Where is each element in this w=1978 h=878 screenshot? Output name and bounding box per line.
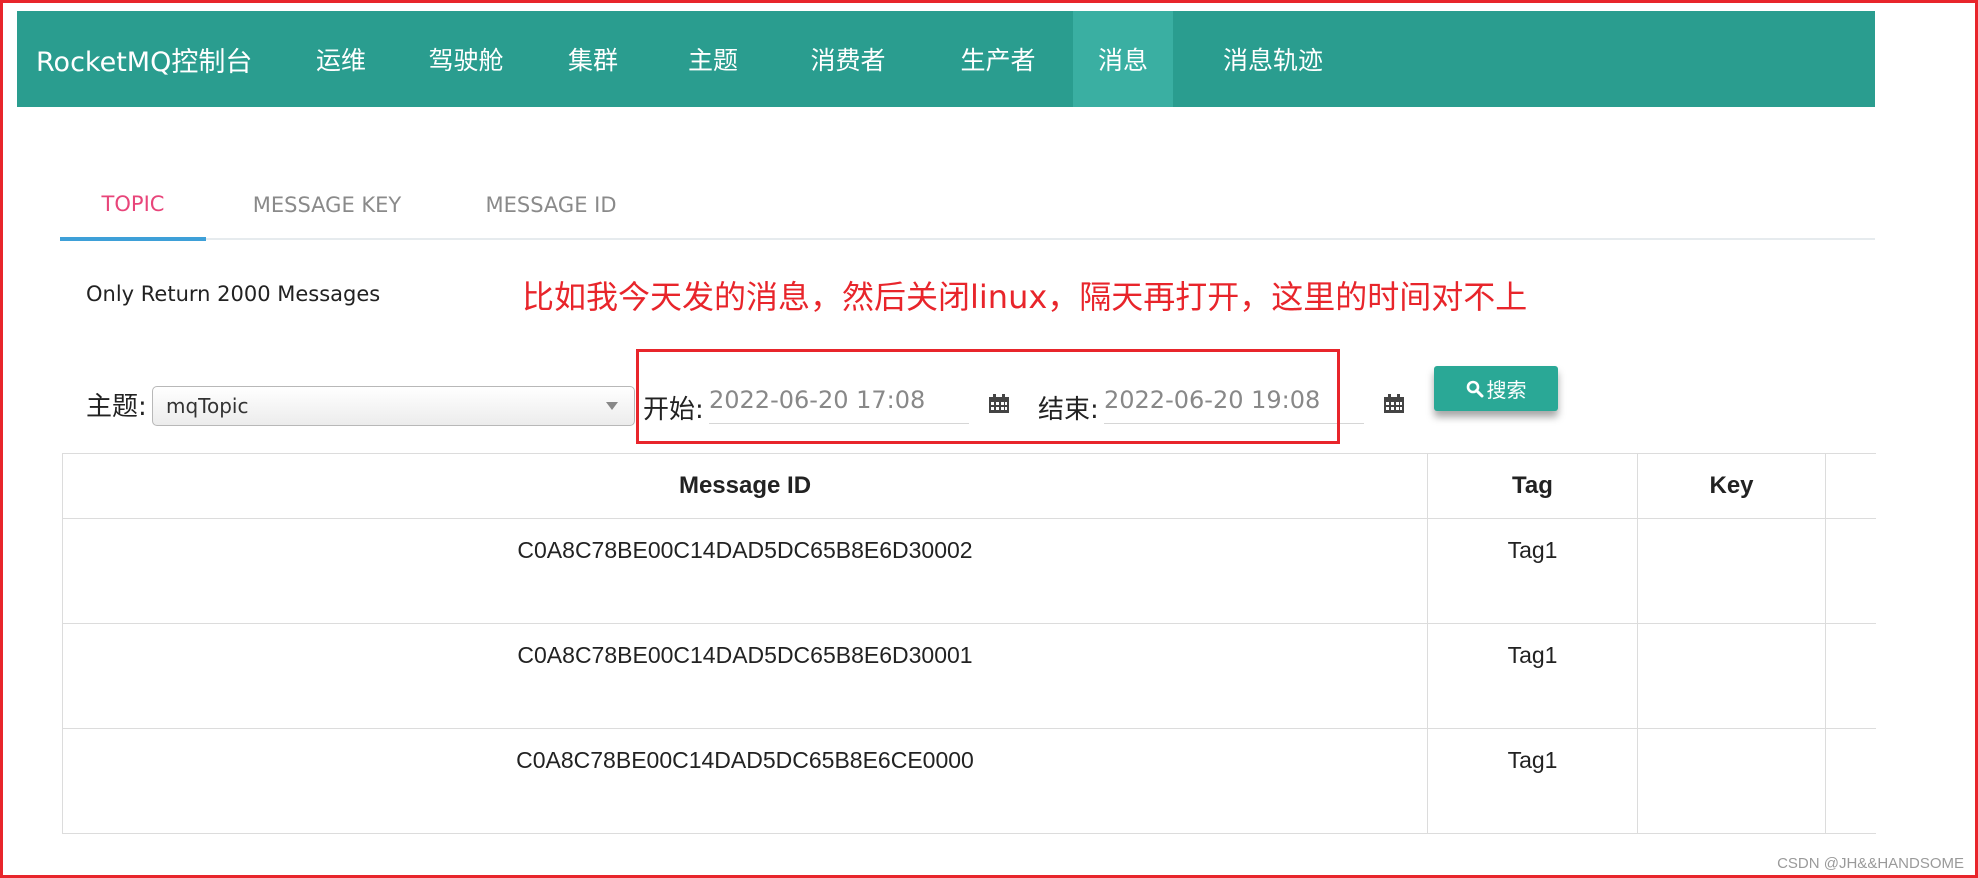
nav-item-cluster[interactable]: 集群 — [533, 11, 653, 107]
nav-item-dashboard[interactable]: 驾驶舱 — [399, 11, 533, 107]
header-key: Key — [1637, 453, 1826, 519]
cell-key — [1637, 518, 1826, 624]
cell-extra — [1825, 518, 1876, 624]
search-icon — [1466, 380, 1483, 397]
table-row[interactable]: C0A8C78BE00C14DAD5DC65B8E6D30001 Tag1 — [62, 623, 1876, 729]
table-header-row: Message ID Tag Key — [62, 453, 1876, 519]
cell-key — [1637, 728, 1826, 834]
nav-item-ops[interactable]: 运维 — [283, 11, 399, 107]
cell-message-id: C0A8C78BE00C14DAD5DC65B8E6CE0000 — [62, 728, 1428, 834]
nav-item-message-trace[interactable]: 消息轨迹 — [1173, 11, 1373, 107]
table-row[interactable]: C0A8C78BE00C14DAD5DC65B8E6D30002 Tag1 — [62, 518, 1876, 624]
cell-tag: Tag1 — [1427, 518, 1638, 624]
tab-message-key[interactable]: MESSAGE KEY — [206, 170, 448, 240]
topic-label: 主题: — [86, 392, 147, 422]
search-button[interactable]: 搜索 — [1434, 366, 1558, 411]
annotation-highlight-box — [636, 349, 1340, 444]
cell-tag: Tag1 — [1427, 728, 1638, 834]
cell-message-id: C0A8C78BE00C14DAD5DC65B8E6D30002 — [62, 518, 1428, 624]
header-extra — [1825, 453, 1876, 519]
calendar-icon[interactable] — [1383, 394, 1405, 414]
brand-logo[interactable]: RocketMQ控制台 — [17, 40, 317, 79]
annotation-note: 比如我今天发的消息，然后关闭linux，隔天再打开，这里的时间对不上 — [522, 278, 1528, 316]
info-text: Only Return 2000 Messages — [86, 282, 381, 306]
chevron-down-icon — [606, 402, 618, 410]
nav-item-topic[interactable]: 主题 — [653, 11, 773, 107]
cell-extra — [1825, 728, 1876, 834]
cell-message-id: C0A8C78BE00C14DAD5DC65B8E6D30001 — [62, 623, 1428, 729]
nav-item-consumer[interactable]: 消费者 — [773, 11, 923, 107]
cell-tag: Tag1 — [1427, 623, 1638, 729]
topic-select[interactable]: mqTopic — [152, 386, 635, 426]
table-row[interactable]: C0A8C78BE00C14DAD5DC65B8E6CE0000 Tag1 — [62, 728, 1876, 834]
search-tabs: TOPIC MESSAGE KEY MESSAGE ID — [60, 170, 1875, 241]
nav-item-message[interactable]: 消息 — [1073, 11, 1173, 107]
tab-message-id[interactable]: MESSAGE ID — [448, 170, 654, 240]
top-navbar: RocketMQ控制台 运维 驾驶舱 集群 主题 消费者 生产者 消息 消息轨迹 — [17, 11, 1875, 107]
search-button-label: 搜索 — [1486, 378, 1527, 402]
header-tag: Tag — [1427, 453, 1638, 519]
topic-select-value: mqTopic — [166, 394, 249, 418]
message-table: Message ID Tag Key C0A8C78BE00C14DAD5DC6… — [62, 453, 1876, 834]
cell-key — [1637, 623, 1826, 729]
cell-extra — [1825, 623, 1876, 729]
tab-topic[interactable]: TOPIC — [60, 170, 206, 241]
watermark: CSDN @JH&&HANDSOME — [1777, 855, 1964, 872]
nav-item-producer[interactable]: 生产者 — [923, 11, 1073, 107]
header-message-id: Message ID — [62, 453, 1428, 519]
